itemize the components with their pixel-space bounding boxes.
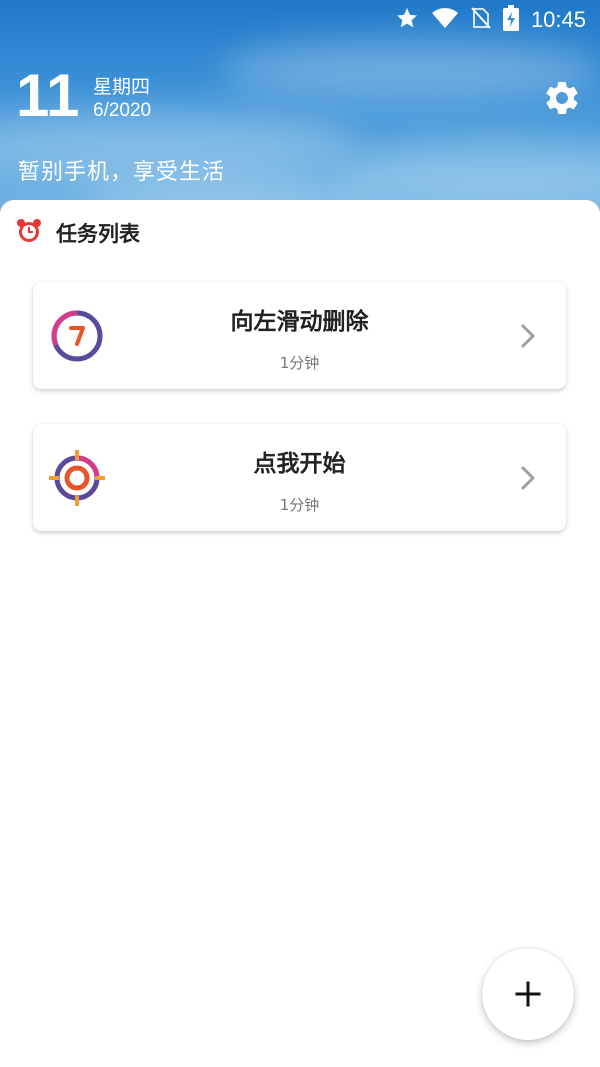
task-card[interactable]: 向左滑动删除 1分钟 — [33, 282, 566, 389]
battery-charging-icon — [502, 5, 519, 35]
alarm-clock-icon — [16, 218, 42, 248]
task-title: 向左滑动删除 — [230, 309, 369, 335]
add-task-button[interactable] — [482, 948, 574, 1040]
date-day: 11 — [16, 62, 80, 129]
task-title: 点我开始 — [253, 451, 346, 477]
task-duration: 1分钟 — [279, 354, 320, 372]
task-card[interactable]: 点我开始 1分钟 — [33, 424, 566, 531]
chevron-right-icon — [518, 322, 538, 350]
star-icon — [395, 6, 419, 34]
slogan: 暂别手机，享受生活 — [18, 160, 226, 185]
plus-icon — [515, 981, 541, 1007]
task-sheet: 任务列表 向左滑动删除 1分钟 点我开始 1分钟 — [0, 200, 600, 1067]
task-duration: 1分钟 — [279, 496, 320, 514]
date-weekday: 星期四 — [93, 76, 151, 98]
status-bar: 10:45 — [395, 0, 600, 40]
task-list-title: 任务列表 — [56, 222, 140, 246]
task-list-header: 任务列表 — [16, 218, 140, 248]
wifi-icon — [431, 6, 459, 34]
date-month-year: 6/2020 — [93, 100, 152, 121]
status-time: 10:45 — [530, 7, 586, 32]
no-sim-icon — [471, 6, 491, 34]
settings-button[interactable] — [542, 78, 582, 118]
header-background: 10:45 11 星期四 6/2020 暂别手机，享受生活 — [0, 0, 600, 232]
chevron-right-icon — [518, 464, 538, 492]
gear-icon — [546, 82, 578, 114]
